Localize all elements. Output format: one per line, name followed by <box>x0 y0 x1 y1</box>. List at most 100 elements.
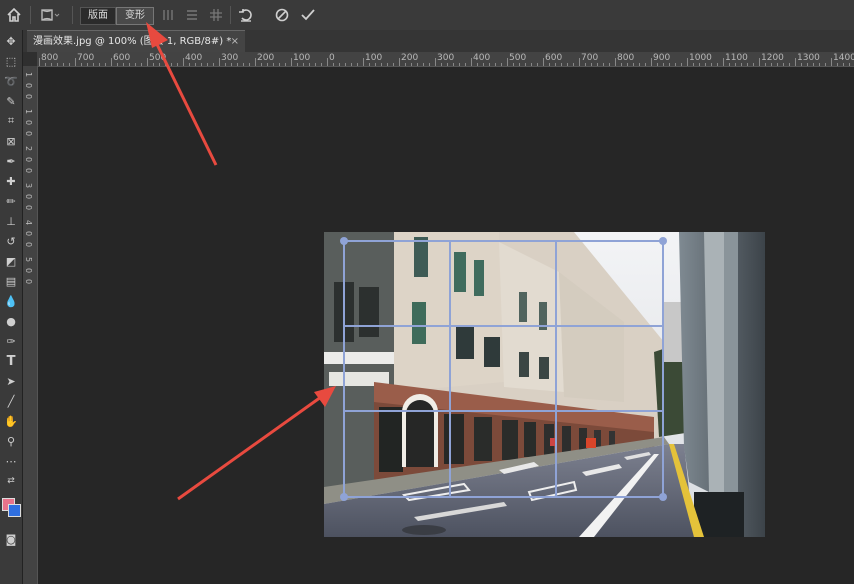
street-photo[interactable] <box>324 232 765 537</box>
ruler-tick <box>129 63 130 66</box>
ruler-tick <box>477 63 478 66</box>
ruler-tick <box>573 63 574 66</box>
ruler-tick <box>813 63 814 66</box>
ruler-tick <box>273 63 274 66</box>
ruler-tick <box>819 63 820 66</box>
path-select-tool-icon[interactable]: ➤ <box>0 372 22 390</box>
ruler-tick <box>333 63 334 66</box>
ruler-tick <box>411 63 412 66</box>
swap-colors-icon[interactable]: ⇄ <box>0 472 22 490</box>
ruler-tick <box>63 63 64 66</box>
ruler-tick <box>729 63 730 66</box>
ruler-tick <box>87 63 88 66</box>
ruler-label: 1 <box>24 109 33 115</box>
ruler-tick <box>519 63 520 66</box>
history-brush-tool-icon[interactable]: ↺ <box>0 232 22 250</box>
ruler-label: 0 <box>24 194 33 200</box>
line-tool-icon[interactable]: ╱ <box>0 392 22 410</box>
close-icon[interactable]: × <box>231 31 239 52</box>
ruler-tick <box>579 58 580 66</box>
ruler-tick <box>81 63 82 66</box>
ruler-tick <box>309 63 310 66</box>
ruler-tick <box>525 63 526 66</box>
ruler-tick <box>459 63 460 66</box>
ruler-tick <box>135 63 136 66</box>
ruler-tick <box>393 63 394 66</box>
ruler-label: 0 <box>329 53 335 63</box>
ruler-tick <box>189 63 190 66</box>
ruler-label: 4 <box>24 220 33 226</box>
document-tab-title: 漫画效果.jpg @ 100% (图层 1, RGB/8#) * <box>33 36 232 47</box>
stamp-tool-icon[interactable]: ⊥ <box>0 212 22 230</box>
zoom-tool-icon[interactable]: ⚲ <box>0 432 22 450</box>
ruler-tick <box>627 63 628 66</box>
more-tools-icon[interactable]: ⋯ <box>0 452 22 470</box>
background-color-swatch[interactable] <box>8 504 21 517</box>
ruler-label: 0 <box>24 242 33 248</box>
gradient-tool-icon[interactable]: ▤ <box>0 272 22 290</box>
hand-tool-icon[interactable]: ✋ <box>0 412 22 430</box>
grid-icon[interactable] <box>206 0 226 30</box>
ruler-tick <box>231 63 232 66</box>
ruler-tick <box>105 63 106 66</box>
ruler-label: 1300 <box>797 53 820 63</box>
ruler-label: 0 <box>24 94 33 100</box>
ruler-tick <box>603 63 604 66</box>
commit-icon[interactable] <box>298 0 318 30</box>
ruler-tick <box>243 63 244 66</box>
ruler-tick <box>699 63 700 66</box>
ruler-label: 0 <box>24 268 33 274</box>
cancel-icon[interactable] <box>272 0 292 30</box>
eraser-tool-icon[interactable]: ◩ <box>0 252 22 270</box>
split-horizontal-icon[interactable] <box>182 0 202 30</box>
document-tab[interactable]: 漫画效果.jpg @ 100% (图层 1, RGB/8#) * × <box>27 30 245 52</box>
ruler-tick <box>141 63 142 66</box>
pen-tool-icon[interactable]: ✑ <box>0 332 22 350</box>
ruler-tick <box>711 63 712 66</box>
split-vertical-icon[interactable] <box>158 0 178 30</box>
ruler-tick <box>195 63 196 66</box>
crop-tool-icon[interactable]: ⌗ <box>0 112 22 130</box>
eyedropper-tool-icon[interactable]: ✒ <box>0 152 22 170</box>
ruler-tick <box>615 58 616 66</box>
move-tool-icon[interactable]: ✥ <box>0 32 22 50</box>
ruler-tick <box>117 63 118 66</box>
ruler-tick <box>327 58 328 66</box>
quick-select-tool-icon[interactable]: ✎ <box>0 92 22 110</box>
ruler-tick <box>285 63 286 66</box>
ruler-tick <box>219 58 220 66</box>
ruler-tick <box>633 63 634 66</box>
ruler-tick <box>669 63 670 66</box>
dodge-tool-icon[interactable]: ● <box>0 312 22 330</box>
marquee-tool-icon[interactable]: ⬚ <box>0 52 22 70</box>
type-tool-icon[interactable]: T <box>0 352 22 370</box>
warp-icon[interactable] <box>36 0 64 30</box>
ruler-tick <box>441 63 442 66</box>
reset-icon[interactable] <box>236 0 256 30</box>
ruler-tick <box>765 63 766 66</box>
ruler-label: 200 <box>401 53 419 63</box>
ruler-label: 500 <box>149 53 167 63</box>
horizontal-ruler: 800 700 600 500 400 300 200 100 0 100 200 300 400 500… <box>37 52 854 67</box>
ruler-label: 0 <box>24 168 33 174</box>
ruler-label: 600 <box>545 53 563 63</box>
ruler-tick <box>147 58 148 66</box>
ruler-tick <box>549 63 550 66</box>
frame-tool-icon[interactable]: ⊠ <box>0 132 22 150</box>
mode-button-warp[interactable]: 变形 <box>116 7 154 25</box>
ruler-label: 400 <box>185 53 203 63</box>
quick-mask-icon[interactable]: ◙ <box>0 530 22 548</box>
ruler-tick <box>531 63 532 66</box>
ruler-tick <box>297 63 298 66</box>
ruler-tick <box>777 63 778 66</box>
ruler-tick <box>645 63 646 66</box>
ruler-tick <box>45 63 46 66</box>
lasso-tool-icon[interactable]: ➰ <box>0 72 22 90</box>
brush-tool-icon[interactable]: ✏ <box>0 192 22 210</box>
mode-button-layout[interactable]: 版面 <box>80 7 116 25</box>
healing-tool-icon[interactable]: ✚ <box>0 172 22 190</box>
home-icon[interactable] <box>4 0 24 30</box>
ruler-tick <box>279 63 280 66</box>
blur-tool-icon[interactable]: 💧 <box>0 292 22 310</box>
ruler-tick <box>501 63 502 66</box>
